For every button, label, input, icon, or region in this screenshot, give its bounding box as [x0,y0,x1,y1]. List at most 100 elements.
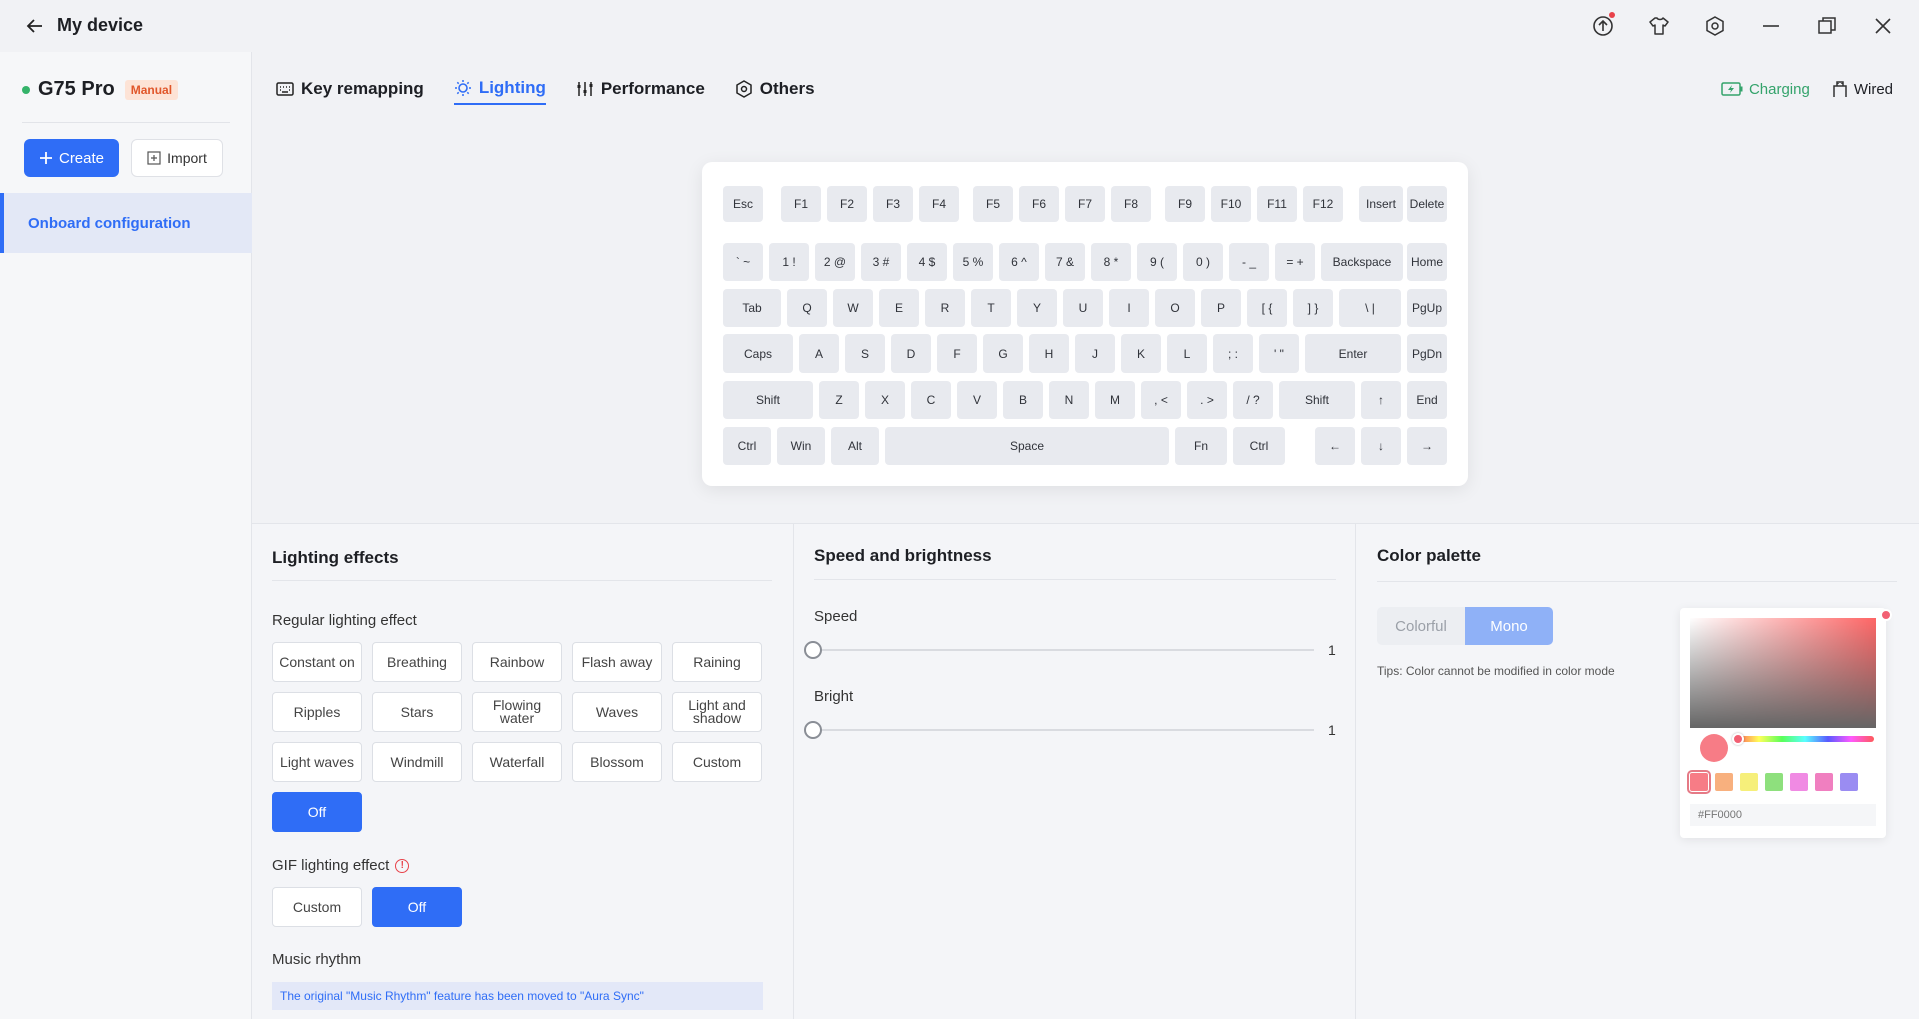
key-2-13[interactable]: \ | [1339,289,1401,327]
key-0-1[interactable]: F1 [781,186,821,222]
key-3-4[interactable]: F [937,334,977,373]
key-0-3[interactable]: F3 [873,186,913,222]
key-2-4[interactable]: R [925,289,965,327]
effect-waterfall-button[interactable]: Waterfall [472,742,562,782]
color-swatch[interactable] [1740,773,1758,791]
key-4-9[interactable]: . > [1187,381,1227,419]
firmware-update-button[interactable] [1585,10,1621,42]
key-1-10[interactable]: 0 ) [1183,243,1223,281]
key-2-8[interactable]: I [1109,289,1149,327]
key-5-5[interactable]: Ctrl [1233,427,1285,465]
key-2-14[interactable]: PgUp [1407,289,1447,327]
key-5-0[interactable]: Ctrl [723,427,771,465]
key-1-13[interactable]: Backspace [1321,243,1403,281]
key-1-7[interactable]: 7 & [1045,243,1085,281]
key-2-7[interactable]: U [1063,289,1103,327]
key-0-12[interactable]: F12 [1303,186,1343,222]
gif-effect-custom-button[interactable]: Custom [272,887,362,927]
sidebar-item-onboard-configuration[interactable]: Onboard configuration [0,193,252,253]
key-4-6[interactable]: N [1049,381,1089,419]
key-0-6[interactable]: F6 [1019,186,1059,222]
key-2-5[interactable]: T [971,289,1011,327]
key-3-2[interactable]: S [845,334,885,373]
key-3-10[interactable]: ; : [1213,334,1253,373]
key-4-7[interactable]: M [1095,381,1135,419]
key-3-1[interactable]: A [799,334,839,373]
skin-button[interactable] [1641,10,1677,42]
color-swatch[interactable] [1790,773,1808,791]
key-2-9[interactable]: O [1155,289,1195,327]
effect-light-and-shadow-button[interactable]: Light and shadow [672,692,762,732]
key-2-12[interactable]: ] } [1293,289,1333,327]
key-1-9[interactable]: 9 ( [1137,243,1177,281]
mono-mode-button[interactable]: Mono [1465,607,1553,645]
create-button[interactable]: Create [24,139,119,177]
tab-lighting[interactable]: Lighting [453,78,546,105]
key-1-11[interactable]: - _ [1229,243,1269,281]
key-2-1[interactable]: Q [787,289,827,327]
effect-breathing-button[interactable]: Breathing [372,642,462,682]
key-2-3[interactable]: E [879,289,919,327]
key-3-12[interactable]: Enter [1305,334,1401,373]
settings-button[interactable] [1697,10,1733,42]
key-5-6[interactable]: ← [1315,427,1355,465]
import-button[interactable]: Import [131,139,223,177]
hue-slider-handle[interactable] [1732,733,1744,745]
speed-slider-track[interactable] [814,649,1314,651]
key-4-2[interactable]: X [865,381,905,419]
effect-windmill-button[interactable]: Windmill [372,742,462,782]
info-icon[interactable]: ! [395,858,410,873]
key-0-10[interactable]: F10 [1211,186,1251,222]
key-0-8[interactable]: F8 [1111,186,1151,222]
key-3-3[interactable]: D [891,334,931,373]
saturation-value-area[interactable] [1690,618,1876,728]
color-swatch[interactable] [1715,773,1733,791]
key-4-4[interactable]: V [957,381,997,419]
color-picker-handle[interactable] [1880,609,1892,621]
key-5-1[interactable]: Win [777,427,825,465]
bright-slider-track[interactable] [814,729,1314,731]
effect-raining-button[interactable]: Raining [672,642,762,682]
key-4-5[interactable]: B [1003,381,1043,419]
key-0-9[interactable]: F9 [1165,186,1205,222]
gif-effect-off-button[interactable]: Off [372,887,462,927]
key-2-2[interactable]: W [833,289,873,327]
bright-slider-thumb[interactable] [804,721,822,739]
effect-light-waves-button[interactable]: Light waves [272,742,362,782]
colorful-mode-button[interactable]: Colorful [1377,607,1465,645]
effect-blossom-button[interactable]: Blossom [572,742,662,782]
key-1-2[interactable]: 2 @ [815,243,855,281]
key-4-1[interactable]: Z [819,381,859,419]
key-2-0[interactable]: Tab [723,289,781,327]
key-1-14[interactable]: Home [1407,243,1447,281]
key-1-1[interactable]: 1 ! [769,243,809,281]
effect-rainbow-button[interactable]: Rainbow [472,642,562,682]
tab-key-remapping[interactable]: Key remapping [276,78,424,105]
close-button[interactable] [1865,10,1901,42]
key-5-4[interactable]: Fn [1175,427,1227,465]
key-1-12[interactable]: = + [1275,243,1315,281]
effect-waves-button[interactable]: Waves [572,692,662,732]
color-swatch[interactable] [1815,773,1833,791]
restore-button[interactable] [1809,10,1845,42]
key-1-4[interactable]: 4 $ [907,243,947,281]
key-1-6[interactable]: 6 ^ [999,243,1039,281]
key-1-0[interactable]: ` ~ [723,243,763,281]
key-4-0[interactable]: Shift [723,381,813,419]
effect-flash-away-button[interactable]: Flash away [572,642,662,682]
key-3-13[interactable]: PgDn [1407,334,1447,373]
key-0-14[interactable]: Delete [1407,186,1447,222]
color-swatch[interactable] [1687,770,1711,794]
key-1-5[interactable]: 5 % [953,243,993,281]
key-4-3[interactable]: C [911,381,951,419]
effect-constant-on-button[interactable]: Constant on [272,642,362,682]
effect-stars-button[interactable]: Stars [372,692,462,732]
key-5-7[interactable]: ↓ [1361,427,1401,465]
key-0-0[interactable]: Esc [723,186,763,222]
key-3-6[interactable]: H [1029,334,1069,373]
color-swatch[interactable] [1765,773,1783,791]
key-3-0[interactable]: Caps [723,334,793,373]
back-button[interactable] [22,13,48,39]
key-0-11[interactable]: F11 [1257,186,1297,222]
key-5-2[interactable]: Alt [831,427,879,465]
